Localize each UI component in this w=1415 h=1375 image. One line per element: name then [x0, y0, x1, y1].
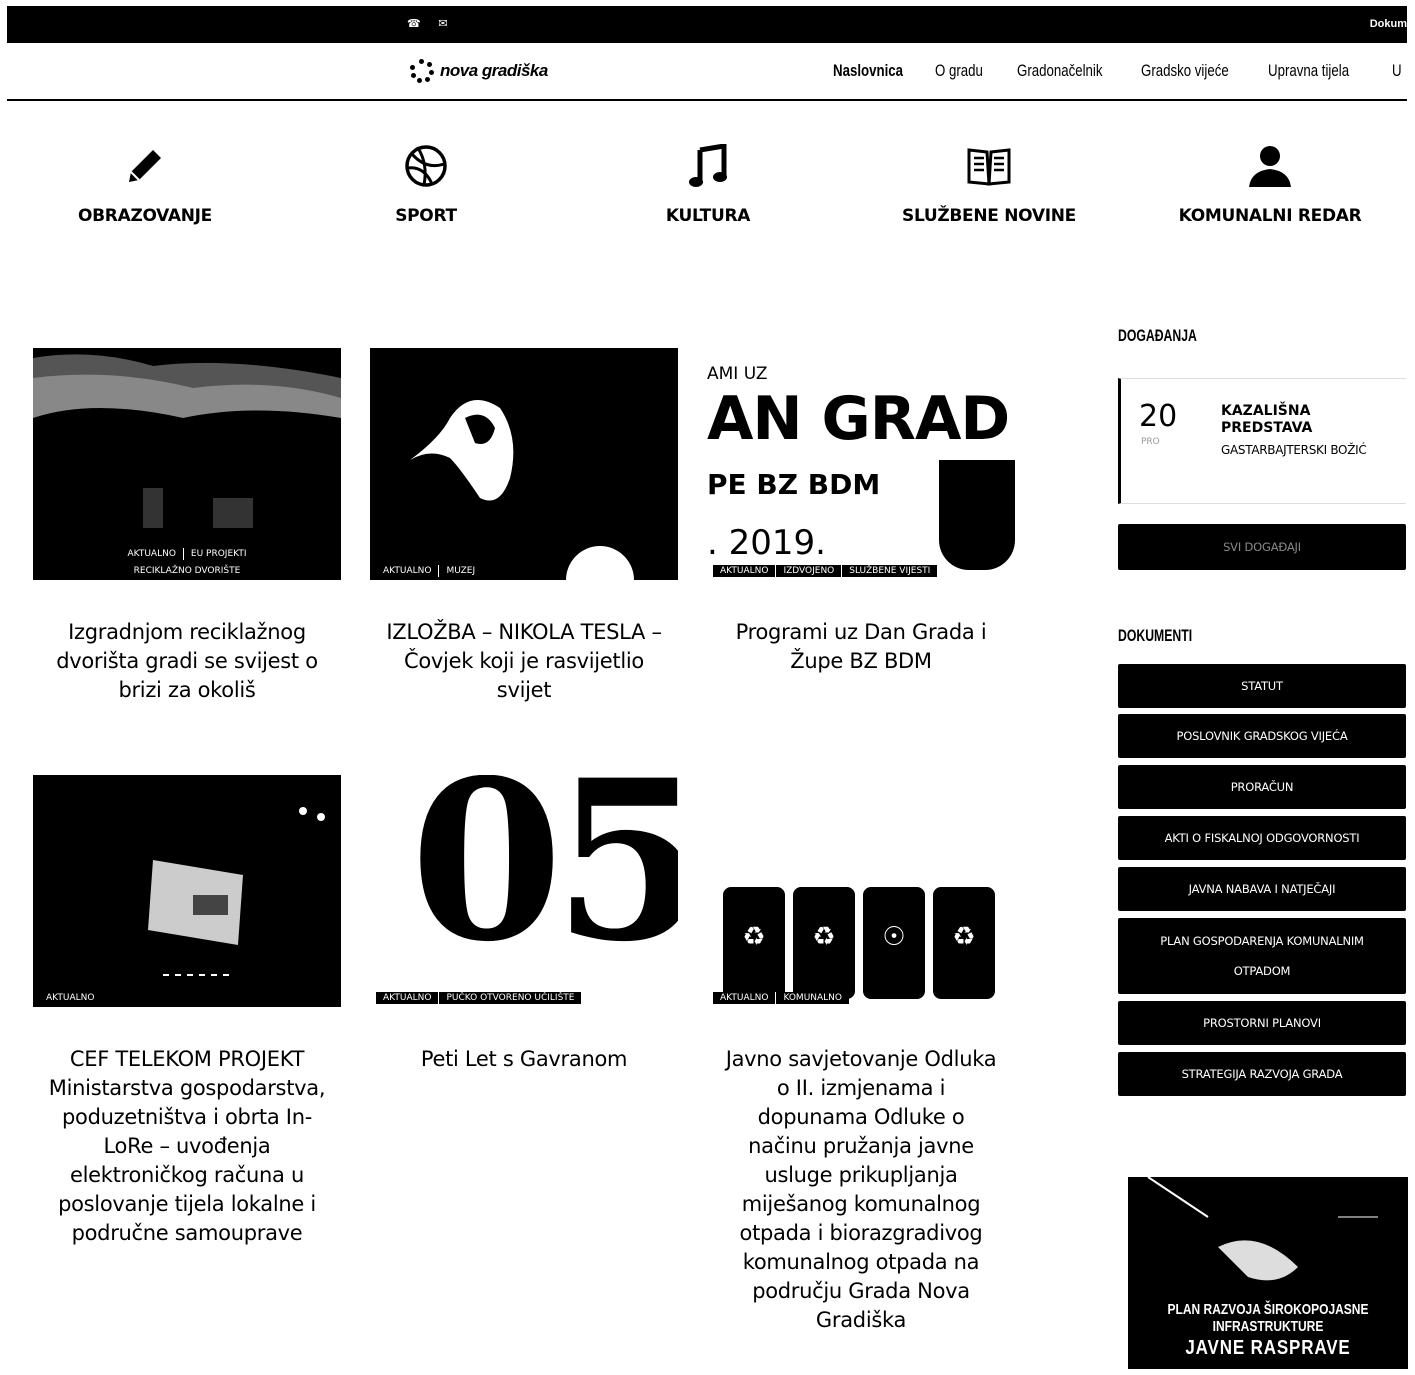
all-events-button[interactable]: SVI DOGAĐAJI — [1118, 524, 1406, 570]
tag[interactable]: AKTUALNO — [376, 565, 439, 577]
doc-strategija-button[interactable]: STRATEGIJA RAZVOJA GRADA — [1118, 1052, 1406, 1096]
category-kultura[interactable]: KULTURA — [598, 140, 818, 226]
tag[interactable]: SLUŽBENE VIJESTI — [841, 565, 938, 577]
event-day: 20 — [1139, 399, 1178, 434]
tag[interactable]: EU PROJEKTI — [182, 548, 254, 560]
article-card[interactable]: AKTUALNO CEF TELEKOM PROJEKT Ministarstv… — [33, 775, 341, 1248]
image-caption: AN GRAD — [707, 384, 1010, 454]
event-month: PRO — [1141, 437, 1160, 447]
banner-image — [1147, 1177, 1378, 1281]
article-tags: AKTUALNO IZDVOJENO SLUŽBENE VIJESTI — [707, 565, 1015, 577]
article-tags: AKTUALNO MUZEJ — [370, 565, 678, 577]
nav-upravna-tijela[interactable]: Upravna tijela — [1268, 61, 1365, 81]
nav-gradonacelnik[interactable]: Gradonačelnik — [1017, 61, 1114, 81]
tag[interactable]: KOMUNALNO — [775, 992, 850, 1004]
nav-o-gradu[interactable]: O gradu — [935, 61, 999, 81]
category-bar: OBRAZOVANJE SPORT KULTURA SLUŽBENE NOVIN… — [0, 140, 1415, 240]
article-image[interactable]: AKTUALNO MUZEJ — [370, 348, 678, 580]
image-caption: AMI UZ — [707, 364, 768, 384]
tag[interactable]: RECIKLAŽNO DVORIŠTE — [126, 565, 248, 577]
image-caption: PE BZ BDM — [707, 468, 881, 501]
article-tags: AKTUALNO EU PROJEKTI — [33, 548, 341, 560]
tag[interactable]: AKTUALNO — [713, 565, 776, 577]
article-title[interactable]: Peti Let s Gavranom — [370, 1045, 678, 1074]
book-icon — [879, 140, 1099, 192]
article-card[interactable]: ♻ ♻ ☉ ♻ AKTUALNO KOMUNALNO Javno savjetovan… — [707, 775, 1015, 1335]
site-logo[interactable]: nova gradiška — [410, 59, 548, 83]
nav-naslovnica[interactable]: Naslovnica — [833, 61, 913, 81]
article-tags: AKTUALNO — [33, 992, 341, 1004]
article-title[interactable]: Programi uz Dan Grada i Župe BZ BDM — [707, 618, 1015, 676]
doc-fiskalna-button[interactable]: AKTI O FISKALNOJ ODGOVORNOSTI — [1118, 816, 1406, 860]
tag[interactable]: AKTUALNO — [39, 992, 102, 1004]
article-tags: AKTUALNO PUČKO OTVORENO UČILIŠTE — [370, 992, 678, 1004]
article-image[interactable]: AKTUALNO — [33, 775, 341, 1007]
category-sluzbene-novine[interactable]: SLUŽBENE NOVINE — [879, 140, 1099, 226]
image-caption: . 2019. — [707, 523, 826, 563]
music-note-icon — [598, 140, 818, 192]
tag[interactable]: AKTUALNO — [713, 992, 776, 1004]
article-card[interactable]: 05. AKTUALNO PUČKO OTVORENO UČILIŠTE Pet… — [370, 775, 678, 1074]
article-title[interactable]: Izgradnjom reciklažnog dvorišta gradi se… — [33, 618, 341, 705]
svg-text:♻: ♻ — [952, 922, 975, 952]
user-icon — [1160, 140, 1380, 192]
doc-otpad-button[interactable]: PLAN GOSPODARENJA KOMUNALNIM OTPADOM — [1118, 918, 1406, 994]
events-heading: DOGAĐANJA — [1118, 326, 1197, 345]
pencil-icon — [35, 140, 255, 192]
category-komunalni-redar[interactable]: KOMUNALNI REDAR — [1160, 140, 1380, 226]
article-title[interactable]: CEF TELEKOM PROJEKT Ministarstva gospoda… — [33, 1045, 341, 1248]
doc-prostorni-button[interactable]: PROSTORNI PLANOVI — [1118, 1001, 1406, 1045]
tag[interactable]: PUČKO OTVORENO UČILIŠTE — [438, 992, 582, 1004]
mail-icon[interactable]: ✉ — [437, 17, 449, 30]
doc-nabava-button[interactable]: JAVNA NABAVA I NATJEČAJI — [1118, 867, 1406, 911]
article-title[interactable]: IZLOŽBA – NIKOLA TESLA – Čovjek koji je … — [370, 618, 678, 705]
article-image[interactable]: AMI UZ AN GRAD PE BZ BDM . 2019. AKTUALN… — [707, 348, 1015, 580]
main-nav: Naslovnica O gradu Gradonačelnik Gradsko… — [833, 61, 1412, 81]
article-image[interactable]: 05. AKTUALNO PUČKO OTVORENO UČILIŠTE — [370, 775, 678, 1007]
banner-title: PLAN RAZVOJA ŠIROKOPOJASNE INFRASTRUKTUR… — [1167, 1301, 1369, 1335]
event-subtitle: GASTARBAJTERSKI BOŽIĆ — [1221, 443, 1367, 457]
tag[interactable]: AKTUALNO — [120, 548, 183, 560]
logo-icon — [410, 59, 434, 83]
top-bar: ☎ ✉ Dokum — [7, 6, 1407, 43]
article-card[interactable]: AMI UZ AN GRAD PE BZ BDM . 2019. AKTUALN… — [707, 348, 1015, 676]
event-title[interactable]: KAZALIŠNA PREDSTAVA — [1221, 403, 1406, 437]
nav-gradsko-vijece[interactable]: Gradsko vijeće — [1141, 61, 1240, 81]
nav-more[interactable]: U — [1392, 61, 1408, 81]
documents-heading: DOKUMENTI — [1118, 626, 1193, 645]
article-image[interactable]: AKTUALNO EU PROJEKTI RECIKLAŽNO DVORIŠTE — [33, 348, 341, 580]
phone-icon[interactable]: ☎ — [407, 17, 421, 30]
doc-statut-button[interactable]: STATUT — [1118, 664, 1406, 708]
basketball-icon — [316, 140, 536, 192]
category-sport[interactable]: SPORT — [316, 140, 536, 226]
doc-proracun-button[interactable]: PRORAČUN — [1118, 765, 1406, 809]
main-header: nova gradiška Naslovnica O gradu Gradona… — [7, 43, 1407, 101]
doc-poslovnik-button[interactable]: POSLOVNIK GRADSKOG VIJEĆA — [1118, 714, 1406, 758]
tag[interactable]: IZDVOJENO — [775, 565, 842, 577]
svg-text:♻: ♻ — [742, 922, 765, 952]
svg-text:♻: ♻ — [812, 922, 835, 952]
article-image[interactable]: ♻ ♻ ☉ ♻ AKTUALNO KOMUNALNO — [707, 775, 1015, 1007]
article-tags: RECIKLAŽNO DVORIŠTE — [33, 565, 341, 577]
article-title[interactable]: Javno savjetovanje Odluka o II. izmjenam… — [707, 1045, 1015, 1335]
article-tags: AKTUALNO KOMUNALNO — [707, 992, 1015, 1004]
event-item[interactable]: 20 PRO KAZALIŠNA PREDSTAVA GASTARBAJTERS… — [1118, 378, 1406, 504]
tag[interactable]: AKTUALNO — [376, 992, 439, 1004]
article-card[interactable]: AKTUALNO MUZEJ IZLOŽBA – NIKOLA TESLA – … — [370, 348, 678, 705]
category-obrazovanje[interactable]: OBRAZOVANJE — [35, 140, 255, 226]
svg-text:☉: ☉ — [882, 922, 905, 952]
tag[interactable]: MUZEJ — [438, 565, 483, 577]
logo-text: nova gradiška — [440, 61, 548, 80]
documents-link[interactable]: Dokum — [1370, 18, 1407, 30]
broadband-banner[interactable]: PLAN RAZVOJA ŠIROKOPOJASNE INFRASTRUKTUR… — [1128, 1177, 1408, 1369]
coat-of-arms — [939, 460, 1015, 570]
image-caption: 05. — [410, 775, 678, 990]
article-card[interactable]: AKTUALNO EU PROJEKTI RECIKLAŽNO DVORIŠTE… — [33, 348, 341, 705]
banner-subtitle: JAVNE RASPRAVE — [1185, 1337, 1351, 1359]
